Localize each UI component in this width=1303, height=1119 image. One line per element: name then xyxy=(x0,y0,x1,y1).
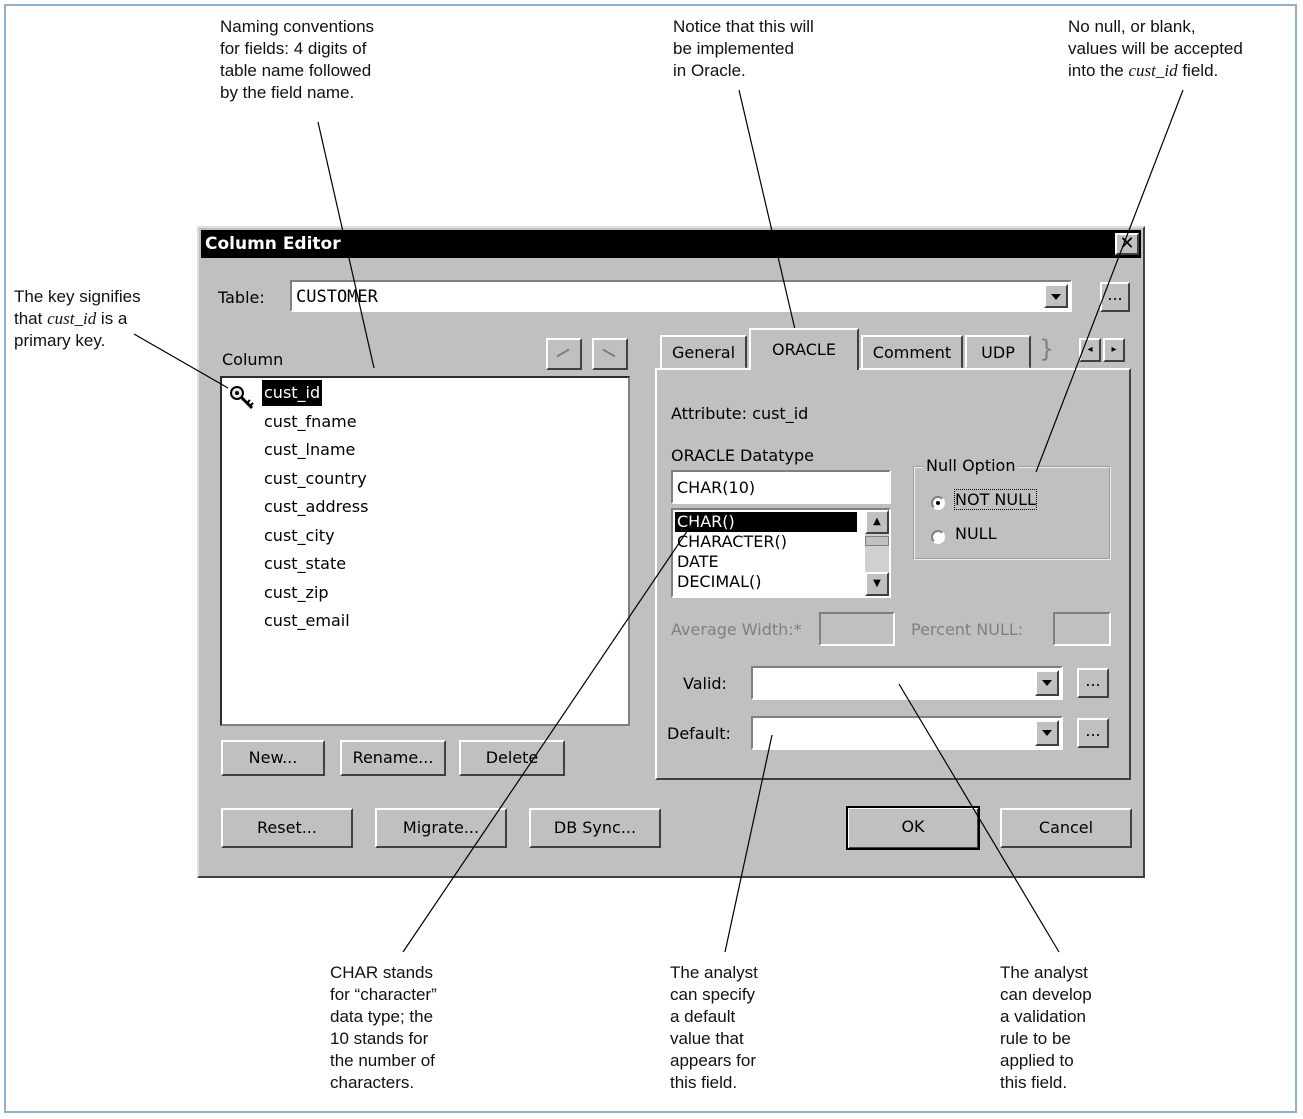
reset-button[interactable]: Reset... xyxy=(221,808,353,848)
annotation-primary-key: The key signifies that cust_id is a prim… xyxy=(14,287,141,350)
annotation-char: CHAR stands for “character” data type; t… xyxy=(330,963,437,1092)
annotation-naming: Naming conventions for fields: 4 digits … xyxy=(220,17,375,102)
db-sync-button[interactable]: DB Sync... xyxy=(529,808,661,848)
datatype-option[interactable]: CHAR() xyxy=(675,512,857,532)
move-up-button[interactable] xyxy=(546,338,582,370)
column-item-cust_state[interactable]: cust_state xyxy=(262,551,348,577)
scroll-down-button[interactable]: ▼ xyxy=(865,572,889,596)
valid-select[interactable] xyxy=(751,666,1063,700)
column-item-cust_country[interactable]: cust_country xyxy=(262,466,369,492)
column-item-cust_zip[interactable]: cust_zip xyxy=(262,580,331,606)
delete-button[interactable]: Delete xyxy=(459,740,565,776)
column-item-cust_fname[interactable]: cust_fname xyxy=(262,409,359,435)
column-list[interactable]: cust_id cust_fname cust_lname cust_country c… xyxy=(220,376,630,726)
default-select[interactable] xyxy=(751,716,1063,750)
tab-scroll-left-button[interactable]: ◂ xyxy=(1079,338,1101,362)
annotation-no-null: No null, or blank, values will be accept… xyxy=(1068,17,1243,80)
migrate-button[interactable]: Migrate... xyxy=(375,808,507,848)
default-label: Default: xyxy=(667,724,731,743)
key-icon xyxy=(230,386,254,410)
radio-null[interactable] xyxy=(931,530,945,544)
table-dropdown-button[interactable] xyxy=(1044,284,1068,308)
percent-null-label: Percent NULL: xyxy=(911,620,1024,639)
close-icon: ✕ xyxy=(1119,233,1135,254)
percent-null-input[interactable] xyxy=(1053,612,1111,646)
new-button[interactable]: New... xyxy=(221,740,325,776)
scroll-thumb[interactable] xyxy=(865,536,889,546)
datatype-option[interactable]: CHARACTER() xyxy=(675,532,857,552)
not-null-label[interactable]: NOT NULL xyxy=(954,489,1037,510)
null-option-group: Null Option NOT NULL NULL xyxy=(913,456,1111,560)
column-item-cust_address[interactable]: cust_address xyxy=(262,494,370,520)
scroll-up-button[interactable]: ▲ xyxy=(865,510,889,534)
annotation-oracle: Notice that this will be implemented in … xyxy=(673,17,814,80)
datatype-option[interactable]: DECIMAL() xyxy=(675,572,857,592)
dialog-title: Column Editor xyxy=(205,234,341,254)
valid-label: Valid: xyxy=(683,674,727,693)
arrow-down-icon xyxy=(602,348,616,358)
column-item-cust_city[interactable]: cust_city xyxy=(262,523,337,549)
tab-oracle[interactable]: ORACLE xyxy=(749,328,859,370)
datatype-list[interactable]: CHAR() CHARACTER() DATE DECIMAL() ▲ ▼ xyxy=(671,508,891,598)
datatype-label: ORACLE Datatype xyxy=(671,446,814,465)
annotation-valid: The analyst can develop a validation rul… xyxy=(1000,963,1092,1092)
tab-comment[interactable]: Comment xyxy=(861,335,963,369)
column-label: Column xyxy=(222,350,284,369)
annotation-default: The analyst can specify a default value … xyxy=(670,963,758,1092)
valid-dropdown-button[interactable] xyxy=(1035,670,1059,696)
tab-general[interactable]: General xyxy=(660,335,747,369)
table-label: Table: xyxy=(218,288,265,307)
cancel-button[interactable]: Cancel xyxy=(1000,808,1132,848)
tab-udp[interactable]: UDP xyxy=(965,335,1031,369)
column-item-cust_lname[interactable]: cust_lname xyxy=(262,437,357,463)
close-button[interactable]: ✕ xyxy=(1115,233,1139,255)
default-dropdown-button[interactable] xyxy=(1035,720,1059,746)
attribute-value: cust_id xyxy=(752,404,809,423)
tab-overflow-indicator: } xyxy=(1039,335,1055,363)
table-browse-button[interactable]: ... xyxy=(1100,282,1130,312)
default-browse-button[interactable]: ... xyxy=(1077,718,1109,748)
column-item-cust_email[interactable]: cust_email xyxy=(262,608,352,634)
title-bar: Column Editor ✕ xyxy=(201,230,1141,258)
average-width-label: Average Width:* xyxy=(671,620,802,639)
rename-button[interactable]: Rename... xyxy=(340,740,446,776)
table-select[interactable]: CUSTOMER xyxy=(290,280,1072,312)
table-value: CUSTOMER xyxy=(296,287,378,307)
average-width-input[interactable] xyxy=(819,612,895,646)
oracle-tab-panel: Attribute: cust_id ORACLE Datatype CHAR(… xyxy=(655,368,1131,780)
datatype-scrollbar[interactable]: ▲ ▼ xyxy=(865,510,889,596)
column-editor-dialog: Column Editor ✕ Table: CUSTOMER ... Colu… xyxy=(197,226,1145,878)
null-option-label: Null Option xyxy=(923,456,1019,475)
datatype-option[interactable]: DATE xyxy=(675,552,857,572)
attribute-label: Attribute: cust_id xyxy=(671,404,809,423)
null-label[interactable]: NULL xyxy=(955,524,997,543)
datatype-input[interactable]: CHAR(10) xyxy=(671,470,891,504)
column-item-cust_id[interactable]: cust_id xyxy=(262,380,323,406)
tab-scroll-right-button[interactable]: ▸ xyxy=(1103,338,1125,362)
datatype-value: CHAR(10) xyxy=(677,478,756,497)
ok-button[interactable]: OK xyxy=(846,806,980,850)
radio-not-null[interactable] xyxy=(931,496,945,510)
arrow-up-icon xyxy=(556,348,570,358)
move-down-button[interactable] xyxy=(592,338,628,370)
valid-browse-button[interactable]: ... xyxy=(1077,668,1109,698)
